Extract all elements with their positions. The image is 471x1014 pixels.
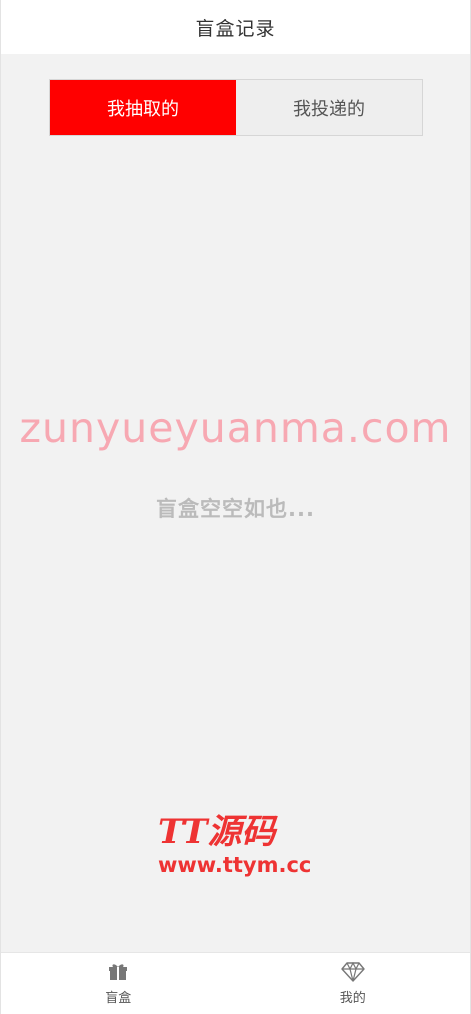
page-title: 盲盒记录 (195, 17, 276, 40)
tabbar-label: 我的 (339, 991, 366, 1006)
tab-group: 我抽取的 我投递的 (49, 79, 423, 136)
empty-state-text: 盲盒空空如也... (156, 497, 315, 521)
page: 盲盒记录 我抽取的 我投递的 zunyueyuanma.com 盲盒空空如也..… (0, 0, 471, 1014)
tab-delivered[interactable]: 我投递的 (236, 80, 422, 135)
bottom-tabbar: 盲盒 我的 (1, 952, 470, 1014)
gift-icon (106, 961, 130, 983)
tab-drawn[interactable]: 我抽取的 (50, 80, 236, 135)
tabbar-item-blindbox[interactable]: 盲盒 (1, 953, 236, 1014)
diamond-icon (341, 961, 365, 983)
tabbar-label: 盲盒 (105, 991, 132, 1006)
header: 盲盒记录 (1, 0, 470, 54)
logo-url: www.ttym.cc (158, 853, 312, 877)
tabbar-item-mine[interactable]: 我的 (236, 953, 471, 1014)
watermark-text: zunyueyuanma.com (19, 404, 452, 452)
watermark-logo: TT源码 www.ttym.cc (158, 812, 318, 882)
logo-title: TT源码 (158, 812, 276, 852)
